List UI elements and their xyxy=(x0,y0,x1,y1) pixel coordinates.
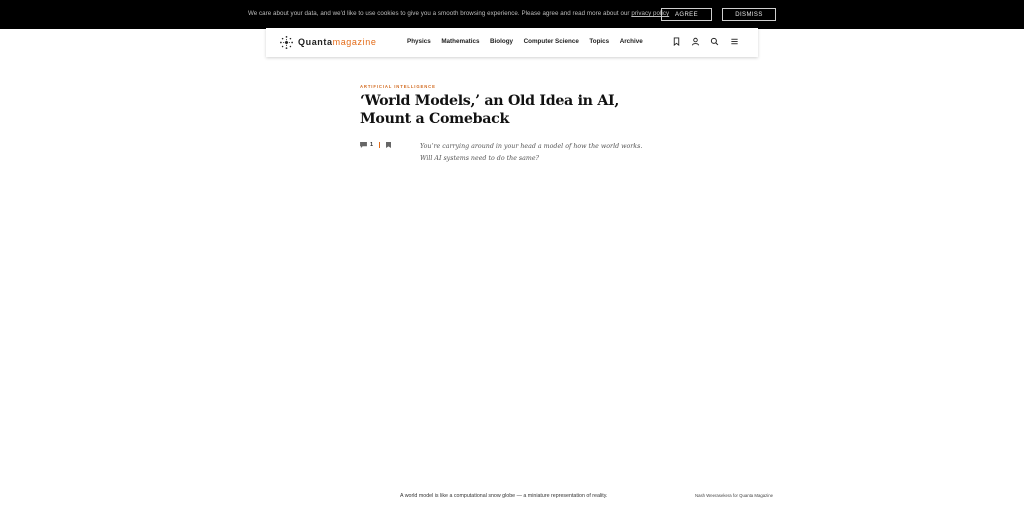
site-header: Quanta magazine Physics Mathematics Biol… xyxy=(266,28,758,57)
article-bookmark-icon[interactable] xyxy=(386,142,392,148)
nav-item-archive[interactable]: Archive xyxy=(620,38,643,45)
cookie-message: We care about your data, and we'd like t… xyxy=(248,10,630,17)
quanta-logo-icon xyxy=(280,35,293,49)
search-icon[interactable] xyxy=(710,37,719,46)
nav-item-physics[interactable]: Physics xyxy=(407,38,431,45)
meta-divider xyxy=(379,142,381,148)
cookie-text: We care about your data, and we'd like t… xyxy=(248,10,669,17)
comment-icon[interactable] xyxy=(360,142,367,148)
bookmark-icon[interactable] xyxy=(672,37,681,46)
article-title: ‘World Models,’ an Old Idea in AI, Mount… xyxy=(360,93,620,127)
user-icon[interactable] xyxy=(691,37,700,46)
figure-caption: A world model is like a computational sn… xyxy=(400,493,608,499)
article-dek: You’re carrying around in your head a mo… xyxy=(420,143,643,162)
article-meta: 1 xyxy=(360,141,392,149)
dismiss-button[interactable]: DISMISS xyxy=(722,8,776,21)
cookie-banner: We care about your data, and we'd like t… xyxy=(0,0,1024,29)
nav-item-mathematics[interactable]: Mathematics xyxy=(441,38,479,45)
menu-icon[interactable] xyxy=(730,37,739,46)
logo-quanta: Quanta xyxy=(298,37,333,47)
figure-credit: Nash Weerasekera for Quanta Magazine xyxy=(695,493,774,498)
nav-item-computer-science[interactable]: Computer Science xyxy=(524,38,579,45)
nav-item-biology[interactable]: Biology xyxy=(490,38,513,45)
agree-button[interactable]: AGREE xyxy=(661,8,712,21)
logo[interactable]: Quanta magazine xyxy=(279,34,376,50)
comment-count[interactable]: 1 xyxy=(370,142,373,148)
main-nav: Physics Mathematics Biology Computer Sci… xyxy=(407,38,653,45)
article-kicker[interactable]: ARTIFICIAL INTELLIGENCE xyxy=(360,84,436,89)
nav-item-topics[interactable]: Topics xyxy=(589,38,609,45)
logo-magazine: magazine xyxy=(332,37,377,47)
